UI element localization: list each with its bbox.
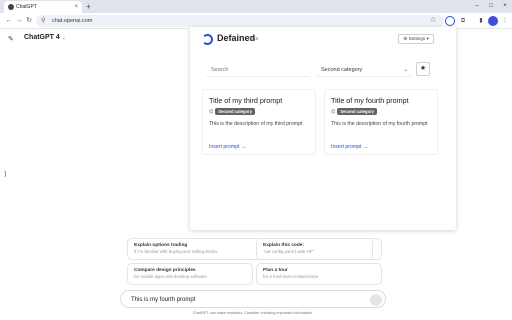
insert-prompt-link[interactable]: Insert prompt → [331, 144, 368, 150]
tab-title: ChatGPT [16, 4, 37, 10]
chevron-down-icon: ⌄ [61, 35, 66, 41]
message-text[interactable]: This is my fourth prompt [131, 291, 195, 309]
menu-icon[interactable]: ⋮ [500, 16, 510, 26]
gear-icon: ⚙ [403, 36, 408, 41]
collapse-sidebar-icon[interactable]: ⟩ [4, 170, 7, 178]
side-panel-icon[interactable]: ▮ [476, 16, 486, 26]
url-text[interactable]: chat.openai.com [52, 15, 92, 27]
category-badge: Second category [337, 108, 378, 115]
suggestion-card[interactable]: Plan a tour for a food lover in Barcelon… [256, 263, 382, 285]
beta-label: Beta [248, 36, 259, 42]
message-input[interactable]: This is my fourth prompt [120, 290, 386, 308]
profile-avatar[interactable] [488, 16, 498, 26]
close-window-button[interactable]: × [498, 0, 512, 13]
search-input[interactable]: Search [206, 63, 310, 77]
favorites-star-button[interactable]: ★ [416, 62, 430, 76]
disclaimer-text: ChatGPT can make mistakes. Consider chec… [192, 311, 314, 315]
prompt-panel: Defained Beta ⚙ Settings ▾ Search Second… [190, 27, 456, 230]
prompt-description: This is the description of my fourth pro… [331, 121, 428, 127]
suggestion-card[interactable]: Explain this code: "cat config.yaml | aw… [256, 238, 382, 260]
new-tab-button[interactable]: + [86, 1, 91, 12]
defained-logo-icon [202, 34, 213, 45]
category-select[interactable]: Second category ⌄ [316, 63, 412, 77]
model-selector[interactable]: ChatGPT 4 ⌄ [24, 34, 66, 41]
browser-tab[interactable]: ChatGPT × [4, 1, 82, 13]
back-button[interactable]: ← [4, 16, 14, 26]
forward-button[interactable]: → [14, 16, 24, 26]
category-row: ⌬ Second category [209, 108, 256, 115]
minimize-button[interactable]: – [470, 0, 484, 13]
bookmark-star-icon[interactable]: ☆ [428, 16, 438, 26]
defained-extension-icon[interactable] [445, 16, 455, 26]
chatgpt-favicon-icon [8, 4, 14, 10]
tag-icon: ⌬ [331, 109, 336, 115]
suggestion-subtitle: "cat config.yaml | awk NF" [263, 249, 314, 254]
model-title: ChatGPT 4 [24, 34, 60, 41]
category-row: ⌬ Second category [331, 108, 378, 115]
tag-icon: ⌬ [209, 109, 214, 115]
tab-bar: ChatGPT × + – □ × [0, 0, 512, 13]
suggestion-subtitle: for mobile apps and desktop software [134, 274, 207, 279]
category-selected: Second category [321, 67, 363, 73]
suggestion-card[interactable]: Compare design principles for mobile app… [127, 263, 253, 285]
reload-button[interactable]: ↻ [24, 16, 34, 26]
prompt-title: Title of my third prompt [209, 96, 283, 105]
send-button[interactable] [370, 294, 382, 306]
chevron-down-icon: ▾ [426, 36, 429, 41]
prompt-card[interactable]: Title of my fourth prompt ⌬ Second catego… [324, 89, 438, 155]
settings-label: Settings [408, 36, 426, 41]
tab-close-icon[interactable]: × [74, 1, 78, 13]
new-chat-icon[interactable]: ✎ [8, 35, 14, 43]
maximize-button[interactable]: □ [484, 0, 498, 13]
insert-prompt-link[interactable]: Insert prompt → [209, 144, 246, 150]
settings-button[interactable]: ⚙ Settings ▾ [398, 34, 434, 44]
prompt-card[interactable]: Title of my third prompt ⌬ Second categor… [202, 89, 316, 155]
category-badge: Second category [215, 108, 256, 115]
extension-icon[interactable]: ⧉ [458, 16, 468, 26]
prompt-title: Title of my fourth prompt [331, 96, 409, 105]
site-info-icon[interactable]: ⚲ [41, 17, 45, 25]
chevron-down-icon: ⌄ [403, 67, 408, 73]
prompt-description: This is the description of my third prom… [209, 121, 303, 127]
url-field[interactable]: ⚲ chat.openai.com [36, 15, 444, 27]
suggestion-subtitle: for a food lover in Barcelona [263, 274, 318, 279]
